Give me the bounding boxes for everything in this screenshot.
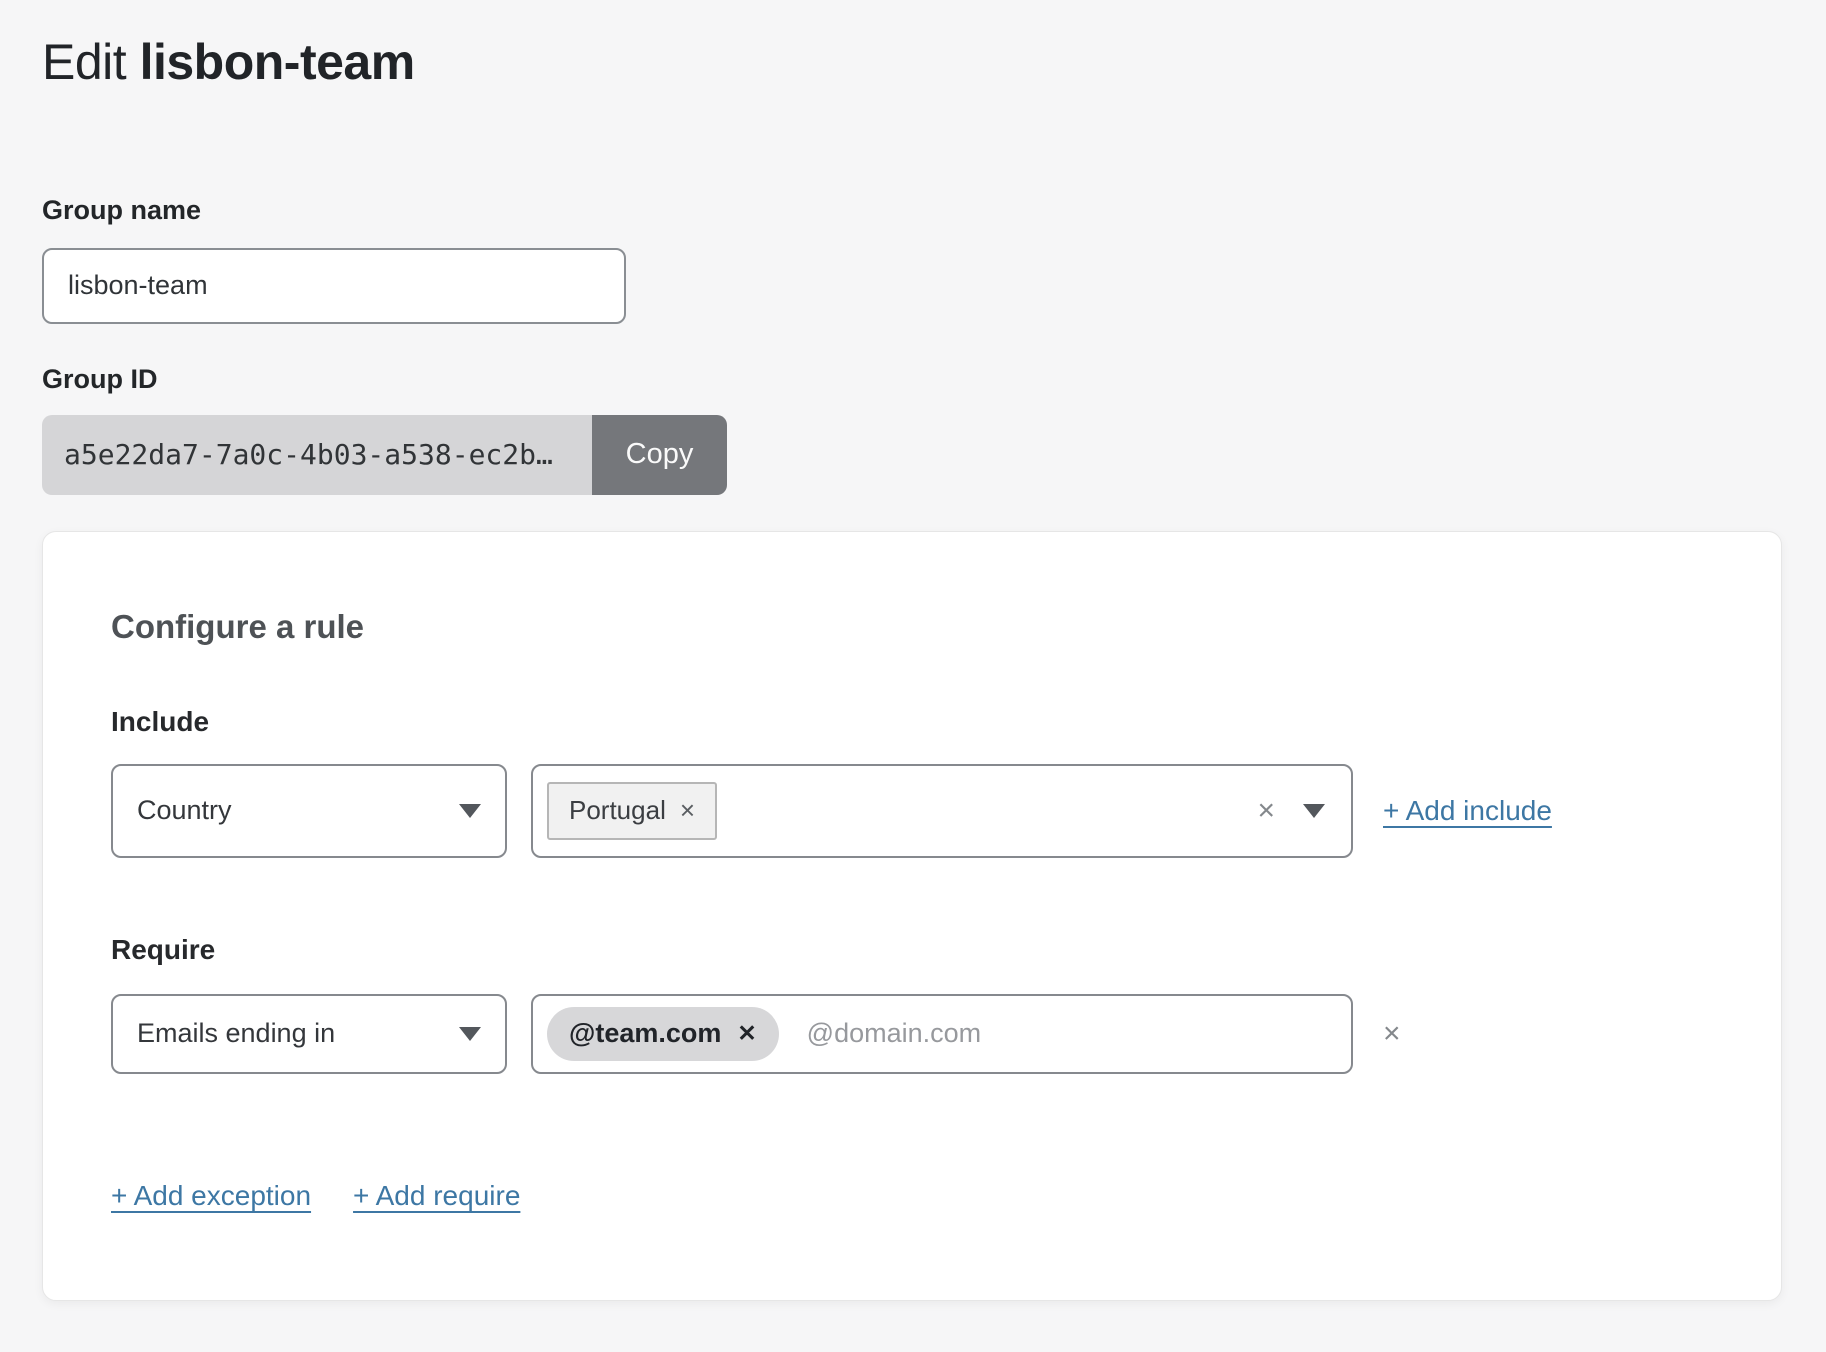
caret-down-icon	[459, 804, 481, 818]
remove-chip-icon[interactable]: ✕	[737, 1020, 756, 1047]
require-rule-row: Emails ending in @team.com ✕ ×	[111, 994, 1713, 1074]
page-title: Edit lisbon-team	[42, 36, 1784, 89]
group-id-value: a5e22da7-7a0c-4b03-a538-ec2b…	[42, 415, 592, 495]
tag-label: Portugal	[569, 795, 666, 826]
configure-rule-card: Configure a rule Include Country Portuga…	[42, 531, 1782, 1301]
require-email-input-box[interactable]: @team.com ✕	[531, 994, 1353, 1074]
page-title-group-name: lisbon-team	[140, 34, 415, 90]
include-value-multiselect[interactable]: Portugal × ×	[531, 764, 1353, 858]
add-require-link[interactable]: + Add require	[353, 1180, 520, 1212]
group-name-input[interactable]	[42, 248, 626, 324]
chip-label: @team.com	[569, 1018, 721, 1049]
require-selector-value: Emails ending in	[137, 1018, 335, 1049]
add-include-link[interactable]: + Add include	[1383, 795, 1552, 827]
group-name-label: Group name	[42, 195, 1784, 226]
add-exception-link[interactable]: + Add exception	[111, 1180, 311, 1212]
card-heading: Configure a rule	[111, 532, 1713, 646]
require-section-label: Require	[111, 934, 1713, 966]
rule-footer-links: + Add exception + Add require	[111, 1180, 1713, 1212]
selected-country-tag: Portugal ×	[547, 782, 717, 840]
require-selector-select[interactable]: Emails ending in	[111, 994, 507, 1074]
edit-group-page: Edit lisbon-team Group name Group ID a5e…	[0, 36, 1826, 1301]
remove-tag-icon[interactable]: ×	[680, 795, 695, 826]
include-section-label: Include	[111, 706, 1713, 738]
include-rule-row: Country Portugal × × + Add include	[111, 764, 1713, 858]
caret-down-icon	[1303, 804, 1325, 818]
group-id-row: a5e22da7-7a0c-4b03-a538-ec2b… Copy	[42, 415, 727, 495]
group-id-label: Group ID	[42, 364, 1784, 395]
include-selector-select[interactable]: Country	[111, 764, 507, 858]
caret-down-icon	[459, 1027, 481, 1041]
copy-button[interactable]: Copy	[592, 415, 727, 495]
email-domain-input[interactable]	[807, 1018, 1331, 1049]
remove-rule-icon[interactable]: ×	[1383, 1019, 1401, 1049]
clear-selection-icon[interactable]: ×	[1257, 796, 1275, 826]
email-domain-chip: @team.com ✕	[547, 1007, 779, 1061]
include-selector-value: Country	[137, 795, 232, 826]
page-title-prefix: Edit	[42, 34, 126, 90]
